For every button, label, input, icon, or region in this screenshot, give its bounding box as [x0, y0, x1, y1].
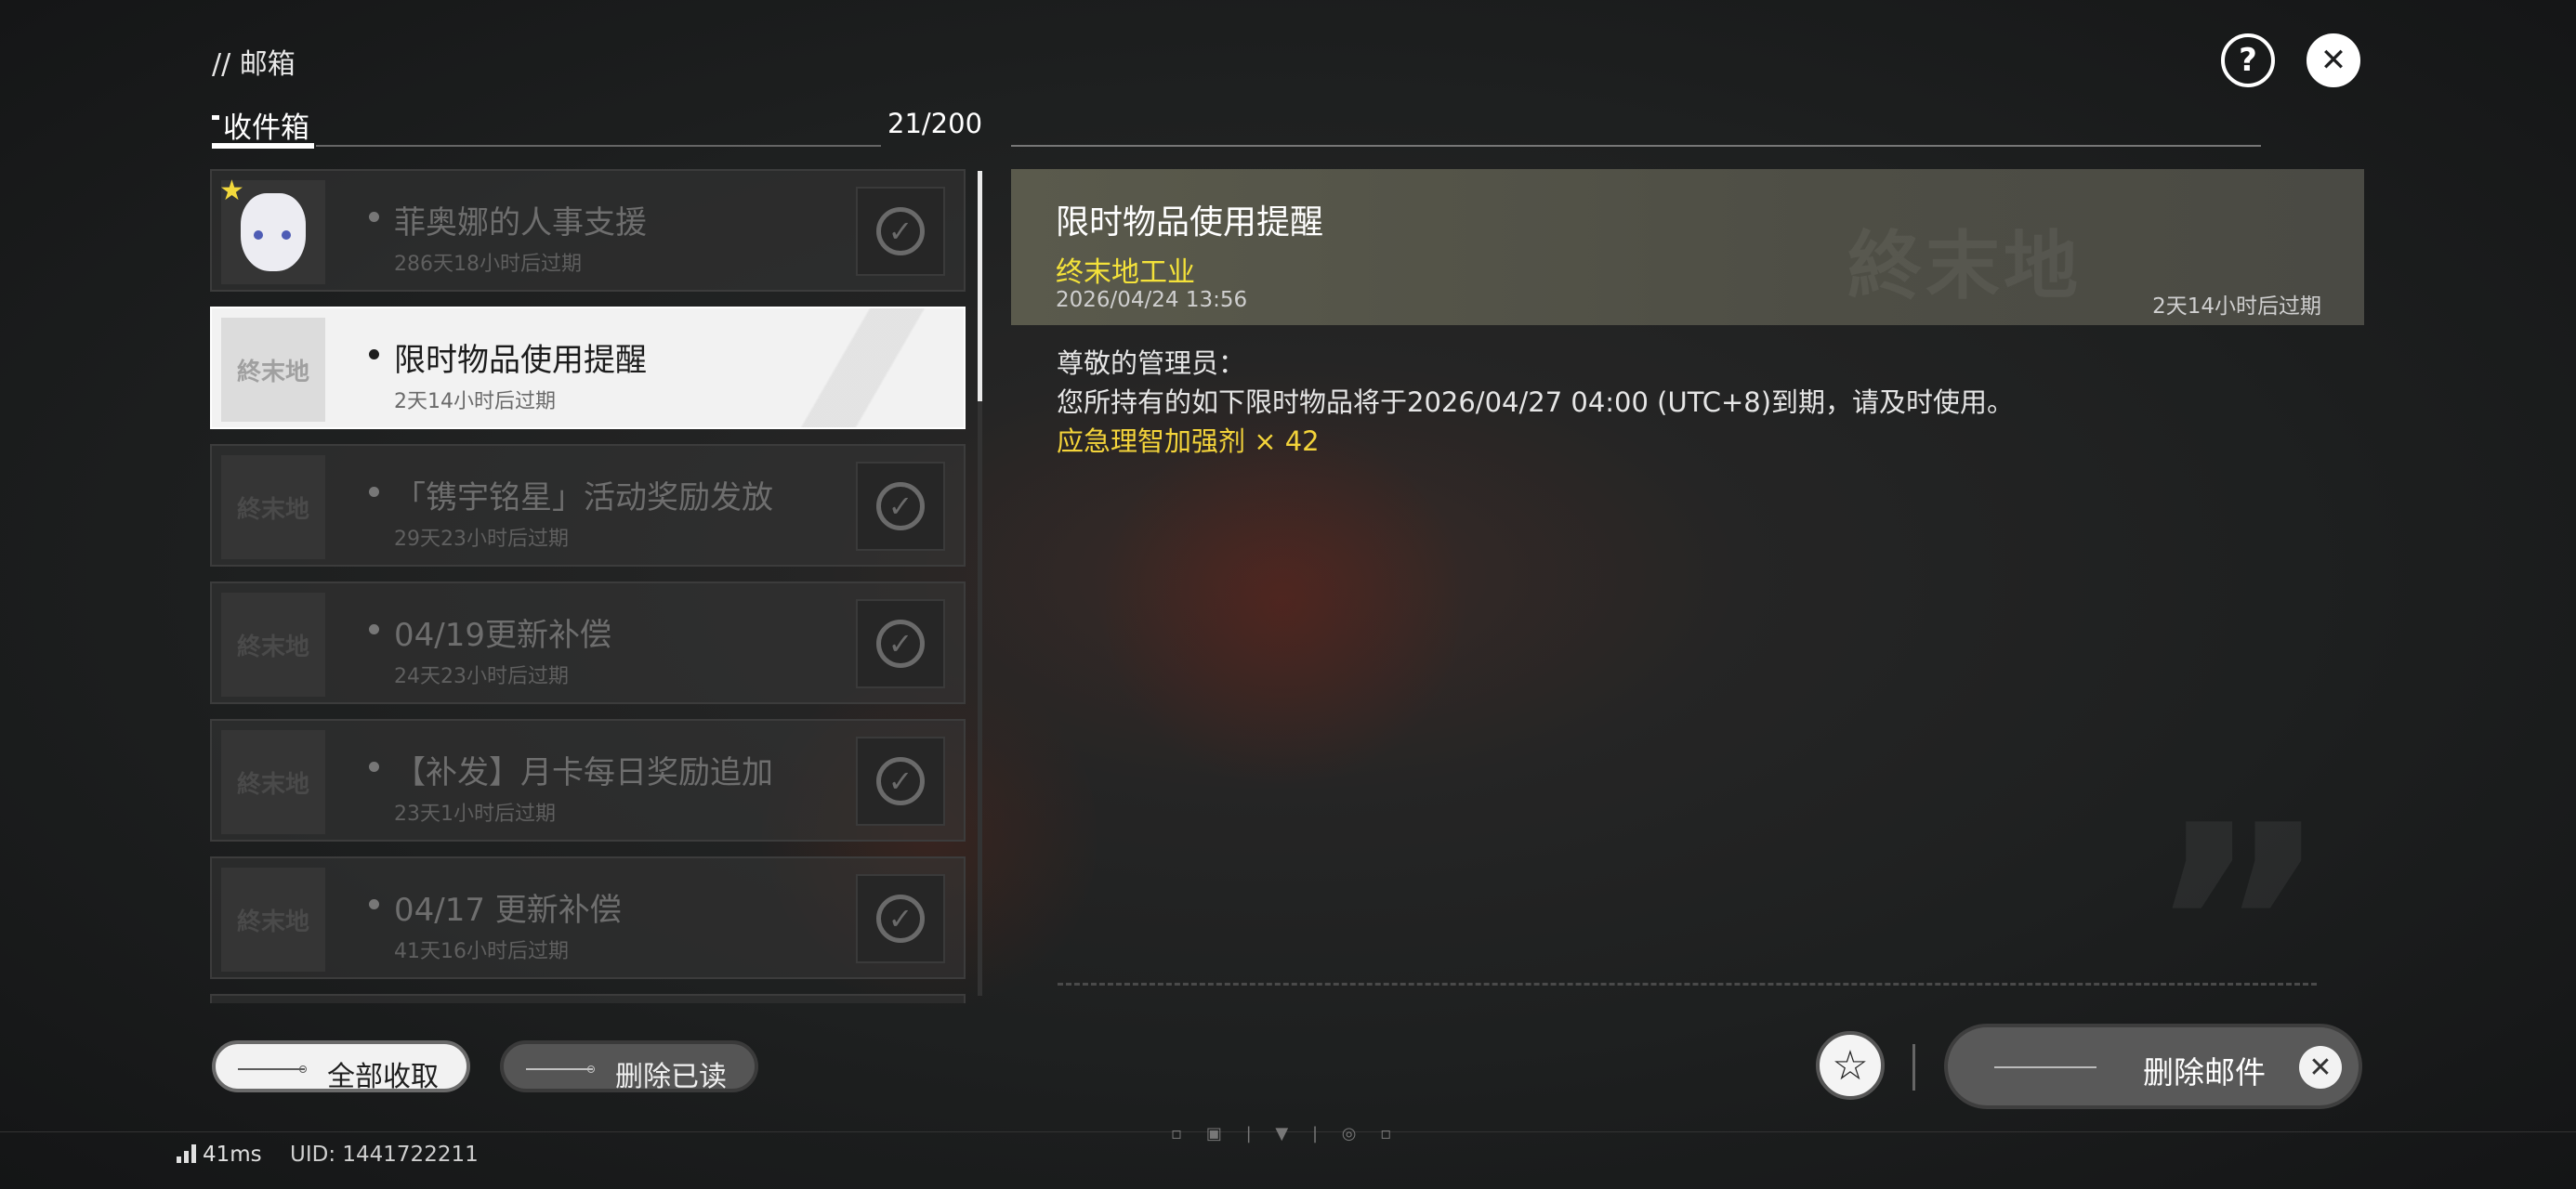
- mail-thumbnail: 終末地: [221, 730, 325, 834]
- signal-icon: [177, 1144, 197, 1163]
- avatar: [241, 193, 306, 271]
- check-circle-icon: ✓: [876, 207, 925, 255]
- star-icon: ★: [219, 175, 244, 207]
- mail-subject: 04/19更新补偿: [394, 617, 611, 654]
- inbox-divider: [316, 145, 881, 147]
- delete-read-label: 删除已读: [615, 1061, 727, 1093]
- mail-expire: 23天1小时后过期: [394, 803, 556, 826]
- mail-thumbnail: 終末地: [221, 868, 325, 972]
- mail-subject: 【补发】月卡每日奖励追加: [394, 754, 773, 791]
- unread-dot: [369, 899, 379, 909]
- claimed-badge: ✓: [856, 187, 945, 276]
- button-separator: [1912, 1044, 1915, 1091]
- mail-body: 尊敬的管理员： 您所持有的如下限时物品将于2026/04/27 04:00 (U…: [1057, 344, 2339, 461]
- mail-expire: 29天23小时后过期: [394, 528, 569, 551]
- mail-item-reward: 应急理智加强剂 × 42: [1057, 425, 1320, 457]
- claimed-badge: ✓: [856, 874, 945, 963]
- mail-body-text: 您所持有的如下限时物品将于2026/04/27 04:00 (UTC+8)到期，…: [1057, 386, 2015, 418]
- check-circle-icon: ✓: [876, 757, 925, 805]
- mail-thumbnail: 終末地: [221, 318, 325, 422]
- endfield-logo-icon: 終末地: [236, 908, 309, 936]
- background-glow: [1097, 418, 1468, 790]
- list-scrollbar-track[interactable]: [978, 401, 982, 996]
- mail-thumbnail: 終末地: [221, 593, 325, 697]
- mail-expire: 286天18小时后过期: [394, 253, 582, 276]
- detail-expire: 2天14小时后过期: [2152, 294, 2321, 319]
- mail-detail-header: 終末地 限时物品使用提醒 终末地工业 2026/04/24 13:56 2天14…: [1011, 169, 2364, 325]
- dashed-divider: [1058, 983, 2317, 986]
- endfield-logo-icon: 終末地: [236, 633, 309, 661]
- mail-item-partial[interactable]: [210, 994, 966, 1003]
- close-button[interactable]: ✕: [2307, 33, 2360, 87]
- mail-expire: 41天16小时后过期: [394, 940, 569, 963]
- ping-value: 41ms: [203, 1143, 262, 1167]
- unread-dot: [369, 212, 379, 222]
- claimed-badge: ✓: [856, 599, 945, 688]
- mail-subject: 「镌宇铭星」活动奖励发放: [394, 479, 773, 516]
- detail-sender: 终末地工业: [1056, 256, 1195, 289]
- mail-subject: 04/17 更新补偿: [394, 892, 622, 929]
- check-circle-icon: ✓: [876, 895, 925, 943]
- mail-item[interactable]: ★ 菲奥娜的人事支援 286天18小时后过期 ✓: [210, 169, 966, 292]
- help-button[interactable]: ?: [2221, 33, 2275, 87]
- mail-subject: 菲奥娜的人事支援: [394, 204, 647, 242]
- claim-all-label: 全部收取: [327, 1061, 439, 1093]
- mail-item[interactable]: 終末地 04/17 更新补偿 41天16小时后过期 ✓: [210, 856, 966, 979]
- endfield-logo-icon: 終末地: [236, 495, 309, 524]
- mail-thumbnail: 終末地: [221, 455, 325, 559]
- endfield-watermark-icon: 終末地: [1847, 223, 2082, 309]
- question-icon: ?: [2239, 42, 2257, 79]
- unread-dot: [369, 762, 379, 772]
- mail-expire: 2天14小时后过期: [394, 390, 556, 413]
- star-icon: ☆: [1832, 1041, 1869, 1090]
- user-uid: UID: 1441722211: [290, 1143, 479, 1167]
- footer-ornament-icon: ▫ ▣ | ▼ | ◎ ▫: [1171, 1124, 1401, 1143]
- delete-mail-button[interactable]: 删除邮件 ✕: [1944, 1024, 2362, 1109]
- inbox-underline: [212, 143, 314, 149]
- delete-read-button[interactable]: 删除已读: [500, 1040, 758, 1093]
- close-icon: ✕: [2299, 1046, 2342, 1089]
- inbox-title: 收件箱: [223, 111, 309, 145]
- inbox-count: 21/200: [887, 108, 983, 139]
- endfield-logo-icon: 終末地: [236, 770, 309, 799]
- button-line-decoration: [238, 1065, 307, 1073]
- mail-item[interactable]: 終末地 【补发】月卡每日奖励追加 23天1小时后过期 ✓: [210, 719, 966, 842]
- mail-subject: 限时物品使用提醒: [394, 342, 647, 379]
- detail-title: 限时物品使用提醒: [1056, 203, 1324, 242]
- button-line-decoration: [526, 1065, 595, 1073]
- mail-item[interactable]: 終末地 04/19更新补偿 24天23小时后过期 ✓: [210, 581, 966, 704]
- detail-divider: [1011, 145, 2261, 147]
- network-status: 41ms: [177, 1143, 262, 1167]
- list-scrollbar-thumb[interactable]: [978, 171, 982, 401]
- selection-stripe: [759, 308, 964, 427]
- mail-item-selected[interactable]: 終末地 限时物品使用提醒 2天14小时后过期: [210, 307, 966, 429]
- favorite-button[interactable]: ☆: [1816, 1031, 1885, 1100]
- breadcrumb: // 邮箱: [212, 48, 296, 81]
- button-line-decoration: [1994, 1066, 2096, 1068]
- detail-date: 2026/04/24 13:56: [1056, 288, 1248, 312]
- claimed-badge: ✓: [856, 737, 945, 826]
- check-circle-icon: ✓: [876, 620, 925, 668]
- delete-mail-label: 删除邮件: [2143, 1054, 2266, 1091]
- mail-item[interactable]: 終末地 「镌宇铭星」活动奖励发放 29天23小时后过期 ✓: [210, 444, 966, 567]
- claim-all-button[interactable]: 全部收取: [212, 1040, 470, 1093]
- unread-dot: [369, 624, 379, 634]
- check-circle-icon: ✓: [876, 482, 925, 530]
- endfield-logo-icon: 終末地: [236, 358, 309, 386]
- unread-dot: [369, 349, 379, 359]
- unread-dot: [369, 487, 379, 497]
- mail-expire: 24天23小时后过期: [394, 665, 569, 688]
- claimed-badge: ✓: [856, 462, 945, 551]
- mail-list[interactable]: ★ 菲奥娜的人事支援 286天18小时后过期 ✓ 終末地 限时物品使用提醒 2天…: [210, 169, 967, 1003]
- close-icon: ✕: [2320, 42, 2347, 79]
- inbox-mark: [212, 115, 219, 120]
- mail-greeting: 尊敬的管理员：: [1057, 347, 1246, 379]
